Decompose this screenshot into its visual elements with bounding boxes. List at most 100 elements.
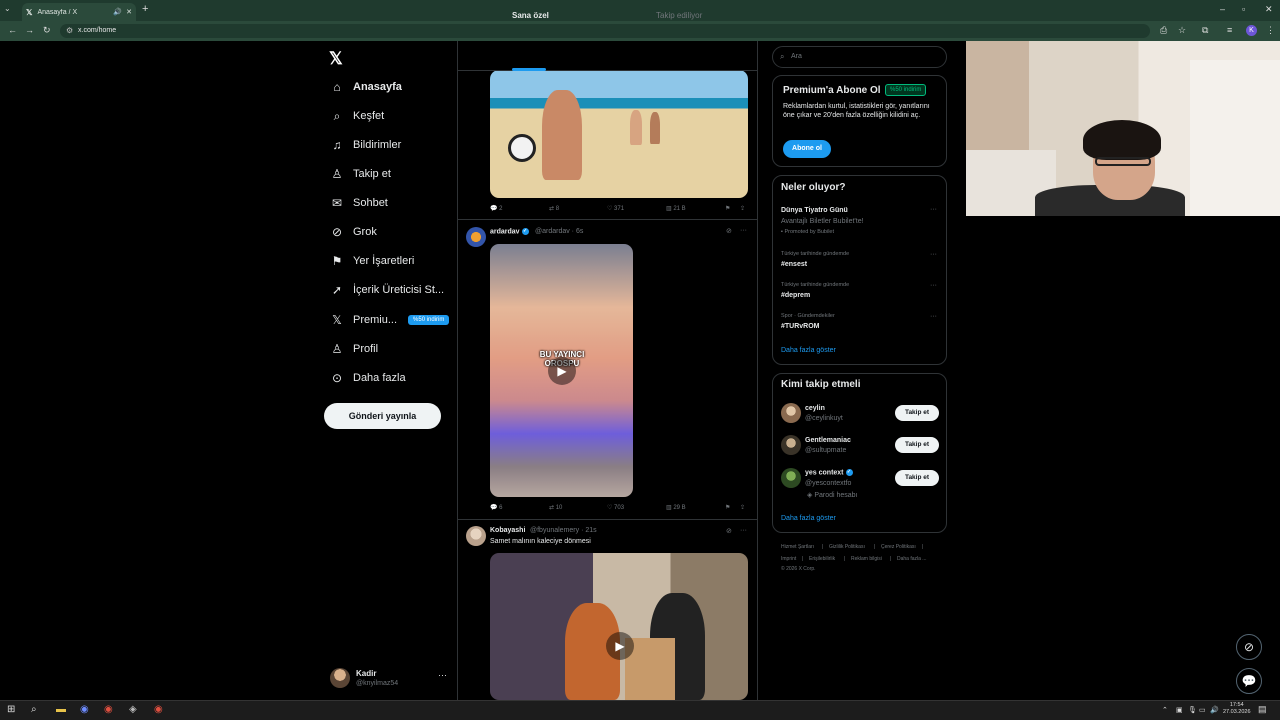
- nav-item[interactable]: ⌕ Keşfet: [330, 105, 385, 127]
- search-taskbar-icon[interactable]: ⌕: [31, 704, 37, 715]
- app-icon[interactable]: ◉: [80, 704, 89, 715]
- minimize-icon[interactable]: –: [1220, 4, 1225, 14]
- show-more-trends-link[interactable]: Daha fazla göster: [781, 347, 836, 354]
- notification-icon[interactable]: ▤: [1258, 704, 1267, 715]
- x-home-logo-icon[interactable]: 𝕏: [329, 49, 343, 69]
- play-icon[interactable]: ▶: [606, 632, 634, 660]
- account-more-icon[interactable]: ···: [438, 670, 447, 680]
- taskbar-clock[interactable]: 17:54 27.03.2026: [1223, 702, 1251, 716]
- browser-tab[interactable]: 𝕏 Anasayfa / X 🔊 ✕: [22, 3, 136, 21]
- trend-more-icon[interactable]: ···: [930, 282, 937, 289]
- play-icon[interactable]: ▶: [548, 357, 576, 385]
- share-icon[interactable]: ⇪: [740, 205, 745, 212]
- post-button[interactable]: Gönderi yayınla: [324, 403, 441, 429]
- reply-button[interactable]: 💬 2: [490, 205, 502, 212]
- chat-floating-icon[interactable]: 💬: [1236, 668, 1262, 694]
- views-button[interactable]: ▥ 29 B: [666, 504, 686, 511]
- footer-link[interactable]: Daha fazla ...: [897, 556, 926, 562]
- back-icon[interactable]: ←: [8, 25, 17, 35]
- nav-item[interactable]: ✉ Sohbet: [330, 192, 388, 214]
- nav-item[interactable]: ⌂ Anasayfa: [330, 76, 402, 98]
- account-handle[interactable]: @knyilmaz54: [356, 680, 398, 687]
- mic-icon[interactable]: 🎙: [1188, 706, 1197, 714]
- like-button[interactable]: ♡ 703: [607, 504, 624, 511]
- post-media-video[interactable]: [490, 553, 748, 700]
- network-icon[interactable]: ▭: [1199, 706, 1206, 714]
- url-field[interactable]: ⚙ x.com/home: [60, 24, 1150, 38]
- footer-link[interactable]: Reklam bilgisi: [851, 556, 882, 562]
- windows-start-icon[interactable]: ⊞: [7, 704, 15, 715]
- grok-floating-icon[interactable]: ⊘: [1236, 634, 1262, 660]
- close-tab-icon[interactable]: ✕: [126, 8, 132, 16]
- suggested-avatar[interactable]: [781, 468, 801, 488]
- reply-button[interactable]: 💬 6: [490, 504, 502, 511]
- extensions-icon[interactable]: ⧉: [1202, 25, 1208, 36]
- share-icon[interactable]: ⇪: [740, 504, 745, 511]
- search-input[interactable]: ⌕ Ara: [772, 46, 947, 68]
- trend-item[interactable]: #deprem: [781, 292, 810, 299]
- file-explorer-icon[interactable]: ▬: [56, 704, 66, 715]
- tray-chevron-icon[interactable]: ⌃: [1162, 706, 1168, 714]
- tab-menu-icon[interactable]: ⌄: [4, 4, 11, 13]
- post-more-icon[interactable]: ···: [740, 227, 747, 234]
- post-media-beach-video[interactable]: [490, 70, 748, 198]
- post-more-icon[interactable]: ···: [740, 527, 747, 534]
- trend-more-icon[interactable]: ···: [930, 206, 937, 213]
- nav-item[interactable]: ♫ Bildirimler: [330, 134, 402, 156]
- suggested-avatar[interactable]: [781, 435, 801, 455]
- trend-more-icon[interactable]: ···: [930, 251, 937, 258]
- reload-icon[interactable]: ↻: [43, 25, 51, 36]
- nav-item[interactable]: ⊙ Daha fazla: [330, 367, 406, 389]
- star-icon[interactable]: ☆: [1178, 25, 1186, 36]
- nav-item[interactable]: ♙ Profil: [330, 338, 378, 360]
- repost-button[interactable]: ⇄ 10: [549, 504, 562, 511]
- follow-button[interactable]: Takip et: [895, 437, 939, 453]
- app-icon[interactable]: ◈: [129, 704, 137, 715]
- profile-avatar-icon[interactable]: K: [1246, 25, 1257, 36]
- follow-button[interactable]: Takip et: [895, 470, 939, 486]
- media-icon[interactable]: ≡: [1227, 25, 1232, 35]
- speaker-icon[interactable]: 🔊: [113, 8, 122, 16]
- suggested-name[interactable]: ceylin: [805, 405, 825, 412]
- suggested-name[interactable]: Gentlemaniac: [805, 437, 851, 444]
- author-avatar[interactable]: [466, 526, 486, 546]
- follow-button[interactable]: Takip et: [895, 405, 939, 421]
- footer-link[interactable]: Gizlilik Politikası: [829, 544, 865, 550]
- forward-icon[interactable]: →: [25, 25, 34, 35]
- post-author[interactable]: Kobayashi: [490, 527, 525, 534]
- suggested-name[interactable]: yes context ✓: [805, 469, 853, 476]
- trend-more-icon[interactable]: ···: [930, 313, 937, 320]
- like-button[interactable]: ♡ 371: [607, 205, 624, 212]
- footer-link[interactable]: Hizmet Şartları: [781, 544, 814, 550]
- site-info-icon[interactable]: ⚙: [66, 26, 73, 35]
- nav-item[interactable]: 𝕏 Premiu... %50 indirim: [330, 309, 450, 331]
- obs-icon[interactable]: ◉: [154, 704, 163, 715]
- grok-icon[interactable]: ⊘: [726, 527, 732, 535]
- install-icon[interactable]: ⎙: [1160, 25, 1167, 36]
- account-name[interactable]: Kadir: [356, 669, 376, 678]
- show-more-follow-link[interactable]: Daha fazla göster: [781, 515, 836, 522]
- nav-item[interactable]: ♙ Takip et: [330, 163, 391, 185]
- tab-for-you[interactable]: Sana özel: [512, 11, 549, 20]
- views-button[interactable]: ▥ 21 B: [666, 205, 686, 212]
- grok-icon[interactable]: ⊘: [726, 227, 732, 235]
- close-window-icon[interactable]: ✕: [1265, 4, 1273, 15]
- tab-following[interactable]: Takip ediliyor: [656, 11, 702, 20]
- suggested-avatar[interactable]: [781, 403, 801, 423]
- footer-link[interactable]: Erişilebilirlik: [809, 556, 835, 562]
- post-author[interactable]: ardardav ✓: [490, 228, 529, 235]
- nav-item[interactable]: ➚ İçerik Üreticisi St...: [330, 279, 444, 301]
- subscribe-button[interactable]: Abone ol: [783, 140, 831, 158]
- trend-item[interactable]: Dünya Tiyatro Günü: [781, 207, 848, 214]
- account-avatar[interactable]: [330, 668, 350, 688]
- repost-button[interactable]: ⇄ 8: [549, 205, 559, 212]
- footer-link[interactable]: Çerez Politikası: [881, 544, 916, 550]
- trend-item[interactable]: #TURvROM: [781, 323, 820, 330]
- nav-item[interactable]: ⚑ Yer İşaretleri: [330, 250, 415, 272]
- footer-link[interactable]: Imprint: [781, 556, 796, 562]
- bookmark-icon[interactable]: ⚑: [725, 205, 730, 212]
- author-avatar[interactable]: [466, 227, 486, 247]
- bookmark-icon[interactable]: ⚑: [725, 504, 730, 511]
- nav-item[interactable]: ⊘ Grok: [330, 221, 377, 243]
- new-tab-icon[interactable]: +: [142, 3, 148, 15]
